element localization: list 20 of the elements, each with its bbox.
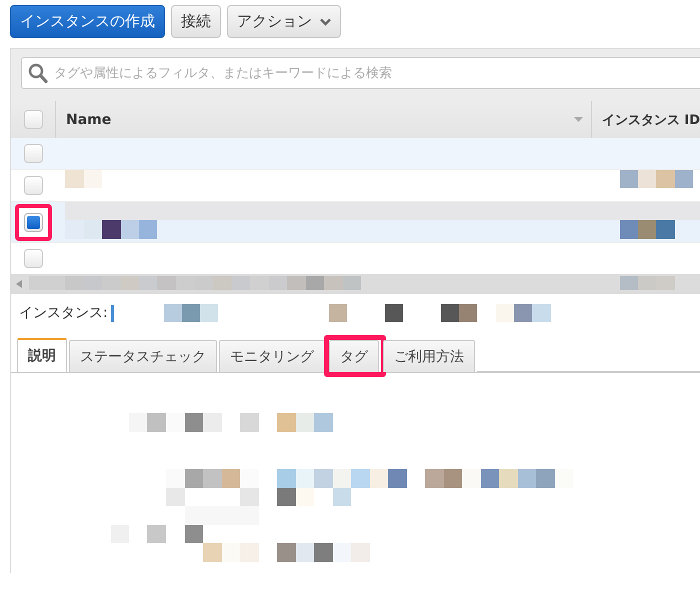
tab[interactable]: ご利用方法 bbox=[383, 340, 475, 372]
tab[interactable]: タグ bbox=[329, 340, 379, 372]
tab[interactable]: ステータスチェック bbox=[69, 340, 217, 372]
row-checkbox[interactable] bbox=[24, 212, 42, 232]
tab[interactable]: モニタリング bbox=[219, 340, 325, 372]
scroll-left-icon[interactable] bbox=[16, 280, 22, 288]
sort-icon[interactable] bbox=[574, 117, 583, 122]
launch-instance-button[interactable]: インスタンスの作成 bbox=[10, 5, 165, 38]
select-all-checkbox[interactable] bbox=[24, 110, 42, 129]
caret-icon bbox=[320, 18, 331, 26]
connect-button[interactable]: 接続 bbox=[171, 5, 221, 38]
search-icon bbox=[28, 63, 48, 84]
text-cursor bbox=[110, 304, 114, 322]
row-checkbox[interactable] bbox=[24, 249, 42, 268]
row-checkbox[interactable] bbox=[24, 144, 42, 163]
row-checkbox[interactable] bbox=[24, 176, 42, 195]
search-field[interactable]: タグや属性によるフィルタ、またはキーワードによる検索 bbox=[21, 57, 700, 89]
tab[interactable]: 説明 bbox=[17, 338, 67, 372]
selection-label: インスタンス: bbox=[19, 304, 108, 322]
actions-dropdown[interactable]: アクション bbox=[227, 5, 341, 38]
